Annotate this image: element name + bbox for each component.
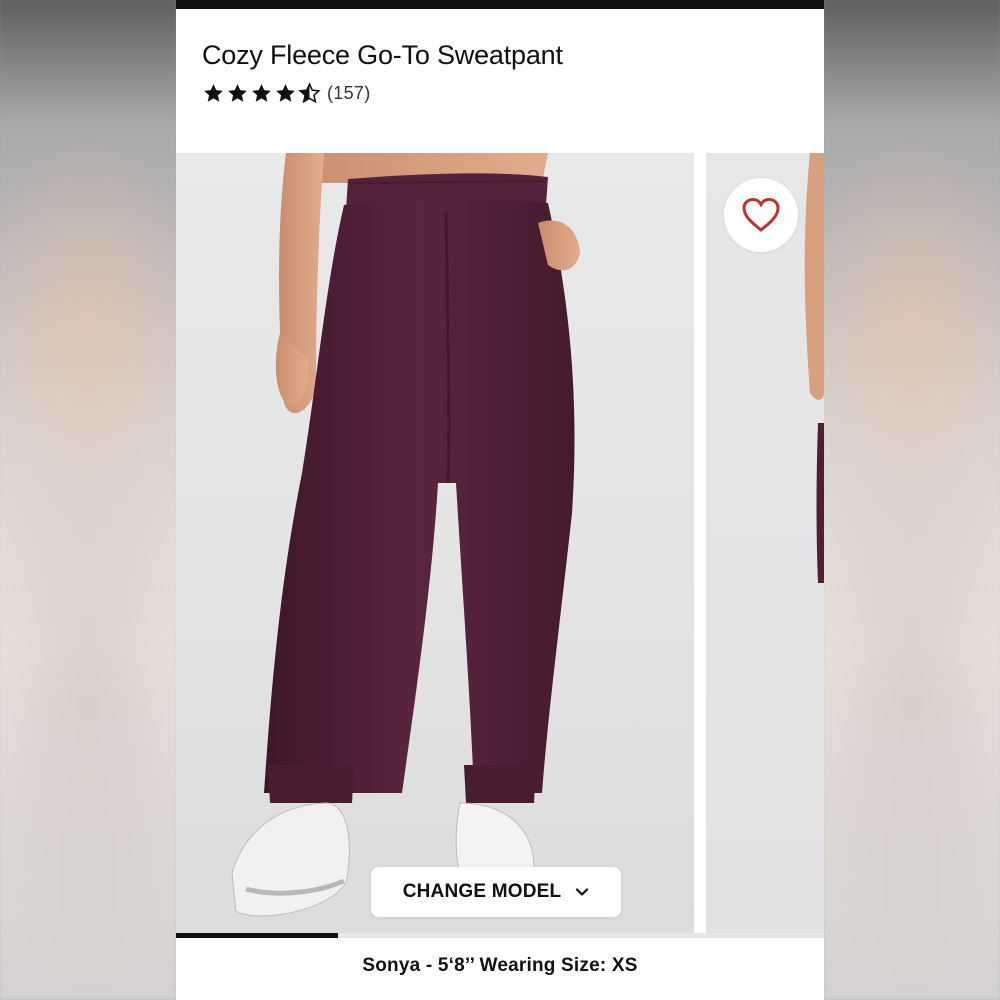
carousel-progress-fill [176,933,338,938]
carousel-progress [176,933,824,938]
star-icon [228,84,247,102]
change-model-button[interactable]: CHANGE MODEL [371,867,621,917]
product-title: Cozy Fleece Go-To Sweatpant [202,40,563,70]
rating-stars [202,82,321,105]
model-size-info: Sonya - 5‘8’’ Wearing Size: XS [362,955,638,976]
product-image-next[interactable] [706,153,824,933]
product-page: Cozy Fleece Go-To Sweatpant (157) CHANGE… [176,0,824,1000]
star-icon [204,84,223,102]
product-image-carousel[interactable]: CHANGE MODEL [176,153,824,933]
star-icon [276,84,295,102]
change-model-label: CHANGE MODEL [402,881,562,902]
background-blur-right [824,0,1000,1000]
heart-outline-icon [742,197,780,232]
favorite-button[interactable] [724,178,798,252]
star-icon [252,84,271,102]
review-count[interactable]: (157) [327,83,371,104]
status-bar [176,0,824,9]
product-image-main[interactable] [176,153,694,933]
star-half-icon [298,82,321,104]
chevron-down-icon [576,888,589,896]
model-photo [231,153,580,917]
model-photo-peek [804,153,824,583]
rating-row[interactable]: (157) [202,82,371,105]
background-blur-left [0,0,176,1000]
